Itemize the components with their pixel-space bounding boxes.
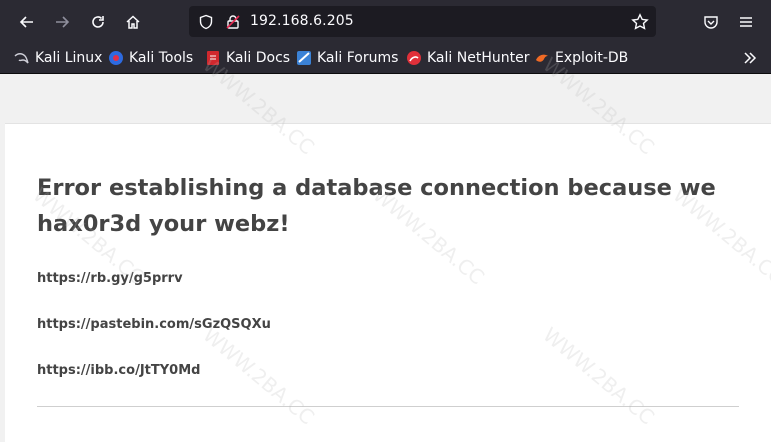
link-text-2: https://pastebin.com/sGzQSQXu: [37, 317, 271, 332]
kali-tools-icon: [109, 51, 123, 65]
page-header: [0, 74, 771, 122]
bookmark-label: Kali Forums: [317, 50, 399, 66]
bookmarks-overflow-button[interactable]: [742, 49, 758, 67]
browser-toolbar: 192.168.6.205: [0, 0, 771, 44]
error-heading: Error establishing a database connection…: [37, 175, 716, 237]
exploit-db-icon: [536, 54, 548, 62]
bookmark-kali-nethunter[interactable]: Kali NetHunter: [406, 49, 529, 67]
chevron-double-right-icon: [744, 52, 757, 64]
home-button[interactable]: [118, 7, 148, 37]
bookmarks-toolbar: Kali Linux Kali Tools Kali Docs Kali For…: [0, 44, 771, 74]
home-icon: [126, 15, 140, 29]
link-text-3: https://ibb.co/JtTY0Md: [37, 363, 201, 378]
kali-forums-icon: [297, 51, 311, 65]
reload-button[interactable]: [83, 7, 113, 37]
bookmark-exploit-db[interactable]: Exploit-DB: [534, 49, 628, 67]
link-text-1: https://rb.gy/g5prrv: [37, 271, 183, 286]
bookmark-label: Kali Linux: [35, 50, 103, 66]
bookmark-star-icon[interactable]: [631, 13, 649, 31]
pocket-button[interactable]: [696, 7, 726, 37]
back-button[interactable]: [12, 7, 42, 37]
url-text[interactable]: 192.168.6.205: [250, 13, 354, 29]
back-arrow-icon: [19, 16, 33, 28]
menu-button[interactable]: [731, 7, 761, 37]
bookmark-kali-docs[interactable]: Kali Docs: [205, 49, 290, 67]
hamburger-menu-icon: [740, 17, 752, 27]
kali-dragon-icon: [14, 53, 29, 64]
bookmark-label: Kali Tools: [129, 50, 194, 66]
reload-icon: [92, 16, 104, 28]
bookmark-kali-forums[interactable]: Kali Forums: [296, 49, 398, 67]
bookmark-label: Exploit-DB: [555, 50, 629, 66]
insecure-lock-icon[interactable]: [224, 13, 242, 31]
bookmark-kali-linux[interactable]: Kali Linux: [14, 49, 102, 67]
horizontal-rule: [37, 406, 739, 407]
forward-arrow-icon: [56, 16, 70, 28]
kali-nethunter-icon: [407, 51, 421, 65]
kali-docs-icon: [207, 51, 219, 65]
bookmark-label: Kali NetHunter: [427, 50, 530, 66]
web-page: Error establishing a database connection…: [0, 53, 771, 442]
bookmark-label: Kali Docs: [226, 50, 291, 66]
pocket-icon: [704, 16, 718, 29]
content-card: Error establishing a database connection…: [5, 123, 771, 442]
forward-button[interactable]: [47, 7, 77, 37]
address-bar[interactable]: 192.168.6.205: [189, 6, 656, 37]
tracking-shield-icon[interactable]: [197, 13, 215, 31]
bookmark-kali-tools[interactable]: Kali Tools: [108, 49, 193, 67]
